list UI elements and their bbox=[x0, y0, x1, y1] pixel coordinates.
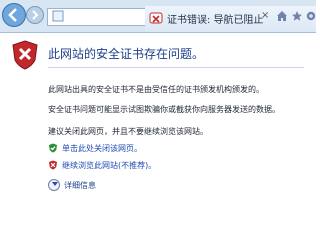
tab-close-icon[interactable]: × bbox=[261, 10, 269, 21]
green-check-shield-icon bbox=[49, 143, 57, 153]
paragraph-3: 建议关闭此网页，并且不要继续浏览该网站。 bbox=[48, 127, 208, 136]
chevron-down-icon bbox=[48, 179, 60, 191]
red-x-shield-icon bbox=[49, 160, 57, 170]
error-page: 此网站的安全证书存在问题。 此网站出具的安全证书不是由受信任的证书颁发机构颁发的… bbox=[0, 33, 316, 207]
home-icon[interactable] bbox=[276, 10, 288, 22]
forward-arrow-icon bbox=[32, 10, 39, 20]
back-button[interactable] bbox=[2, 3, 26, 27]
star-icon[interactable] bbox=[291, 10, 303, 22]
back-arrow-icon bbox=[8, 8, 17, 22]
forward-button[interactable] bbox=[26, 6, 44, 24]
more-info-label: 详细信息 bbox=[64, 181, 96, 190]
certificate-error-icon bbox=[149, 12, 163, 24]
gear-icon[interactable] bbox=[305, 10, 317, 22]
page-icon bbox=[52, 10, 64, 22]
divider bbox=[48, 67, 304, 68]
paragraph-2: 安全证书问题可能显示试图欺骗你或截获你向服务器发送的数据。 bbox=[48, 105, 280, 114]
paragraph-1: 此网站出具的安全证书不是由受信任的证书颁发机构颁发的。 bbox=[48, 85, 264, 94]
page-heading: 此网站的安全证书存在问题。 bbox=[48, 47, 205, 61]
warning-shield-icon bbox=[12, 40, 38, 70]
close-page-link[interactable]: 单击此处关闭该网页。 bbox=[62, 143, 142, 154]
chevron-down-arrow bbox=[52, 182, 58, 186]
browser-toolbar: 证书错误: 导航已阻止 × bbox=[0, 0, 316, 33]
address-bar[interactable] bbox=[47, 8, 147, 26]
continue-website-link[interactable]: 继续浏览此网站(不推荐)。 bbox=[62, 160, 156, 171]
tab-title[interactable]: 证书错误: 导航已阻止 bbox=[167, 11, 264, 26]
